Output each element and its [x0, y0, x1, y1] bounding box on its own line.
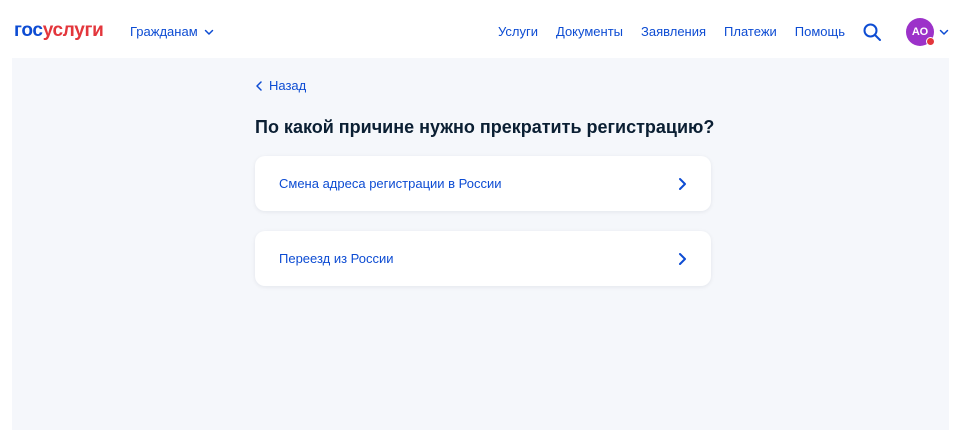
chevron-down-icon[interactable] [939, 27, 949, 37]
page-title: По какой причине нужно прекратить регист… [255, 117, 715, 137]
role-switch-dropdown[interactable]: Гражданам [130, 24, 214, 39]
option-address-change[interactable]: Смена адреса регистрации в России [255, 156, 711, 211]
logo-part-uslugi: услуги [42, 20, 104, 41]
nav-item-payments[interactable]: Платежи [724, 24, 777, 39]
user-menu[interactable]: АО [906, 18, 949, 46]
main-nav: Услуги Документы Заявления Платежи Помощ… [498, 24, 845, 39]
back-label: Назад [269, 78, 307, 93]
chevron-right-icon [679, 252, 686, 265]
nav-item-help[interactable]: Помощь [795, 24, 845, 39]
chevron-left-icon [256, 80, 262, 91]
chevron-down-icon [204, 29, 213, 35]
avatar-initials: АО [911, 26, 929, 38]
notification-dot [926, 37, 935, 46]
option-moving-abroad[interactable]: Переезд из России [255, 231, 711, 286]
nav-item-services[interactable]: Услуги [498, 24, 538, 39]
gosuslugi-logo[interactable]: госуслуги [14, 20, 104, 42]
back-link[interactable]: Назад [255, 78, 306, 93]
option-label: Переезд из России [279, 251, 394, 266]
nav-item-documents[interactable]: Документы [556, 24, 623, 39]
avatar[interactable]: АО [906, 18, 935, 46]
nav-item-applications[interactable]: Заявления [641, 24, 706, 39]
page: госуслуги Гражданам Услуги Документы Зая… [0, 0, 961, 430]
logo-part-gos: гос [14, 20, 43, 41]
role-switch-label: Гражданам [130, 24, 198, 39]
top-header: госуслуги Гражданам Услуги Документы Зая… [0, 0, 961, 58]
chevron-right-icon [679, 177, 686, 190]
option-label: Смена адреса регистрации в России [279, 176, 502, 191]
search-icon[interactable] [862, 22, 882, 42]
